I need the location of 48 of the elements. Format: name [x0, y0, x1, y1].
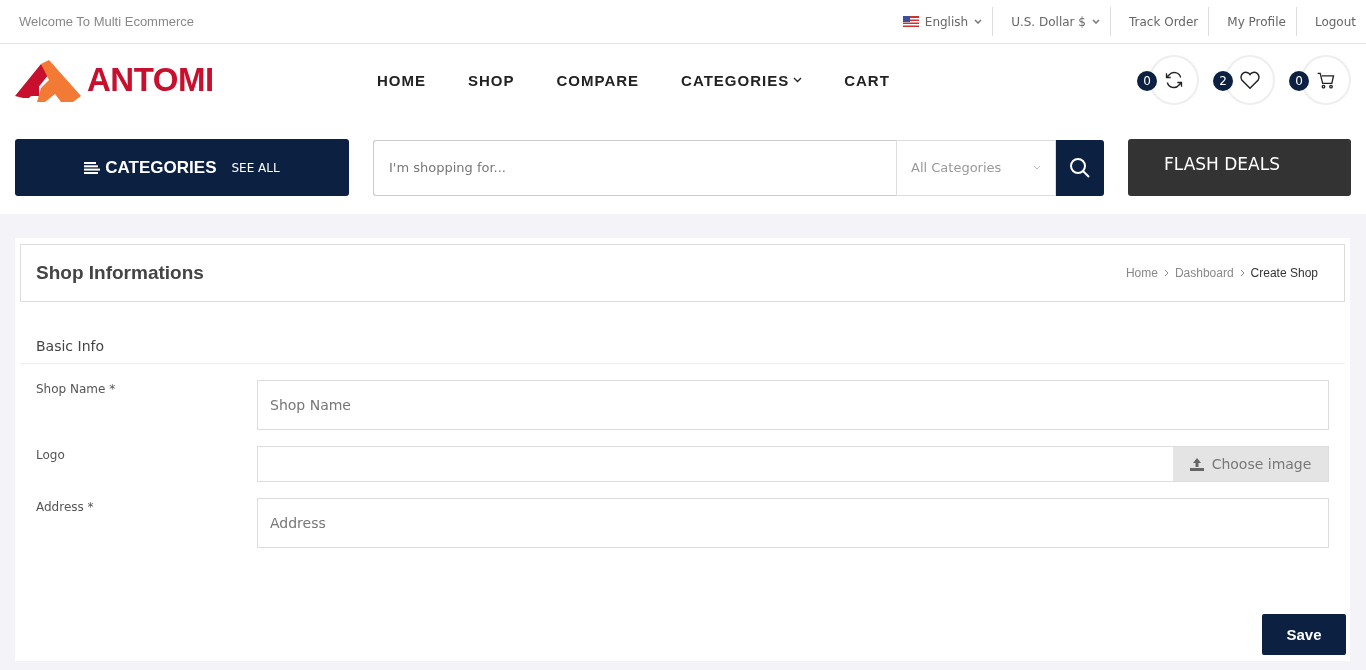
- field-label: Shop Name *: [36, 381, 117, 396]
- currency-select[interactable]: U.S. Dollar $: [992, 7, 1110, 36]
- logo-icon: [15, 58, 83, 102]
- list-icon: [84, 161, 101, 174]
- search-field[interactable]: I'm shopping for...: [373, 139, 896, 196]
- top-link[interactable]: My Profile: [1208, 7, 1296, 36]
- nav-link[interactable]: CART: [844, 71, 890, 89]
- input-field[interactable]: Shop Name: [257, 380, 1329, 430]
- field-label: Address *: [36, 499, 95, 514]
- header-icon-button[interactable]: [1225, 55, 1275, 105]
- top-link[interactable]: Track Order: [1110, 7, 1209, 36]
- breadcrumb-link[interactable]: Dashboard: [1174, 266, 1234, 280]
- categories-button[interactable]: CATEGORIES SEE ALL: [15, 139, 349, 196]
- search-icon: [1068, 155, 1092, 180]
- breadcrumb-link[interactable]: Create Shop: [1250, 266, 1318, 280]
- input-field[interactable]: Address: [257, 498, 1329, 548]
- nav-link[interactable]: SHOP: [468, 71, 515, 89]
- header-icon-button[interactable]: [1149, 55, 1199, 105]
- chevron-down-icon: [1033, 165, 1041, 170]
- file-field[interactable]: Choose image: [257, 446, 1329, 482]
- cart-icon: [1316, 70, 1336, 90]
- search-button[interactable]: [1056, 139, 1104, 196]
- nav-link[interactable]: HOME: [377, 71, 426, 89]
- heart-icon: [1239, 70, 1261, 90]
- flag-icon: [902, 16, 919, 27]
- nav-link[interactable]: CATEGORIES: [681, 71, 803, 89]
- save-button[interactable]: Save: [1262, 614, 1346, 655]
- logo-text: ANTOMI: [87, 61, 214, 99]
- upload-icon: [1189, 457, 1204, 471]
- chevron-right-icon: [1239, 269, 1245, 277]
- chevron-right-icon: [1163, 269, 1169, 277]
- count-badge: 2: [1213, 71, 1233, 91]
- choose-image-button[interactable]: Choose image: [1173, 447, 1328, 481]
- breadcrumb-link[interactable]: Home: [1125, 266, 1158, 280]
- welcome-text: Welcome To Multi Ecommerce: [19, 14, 195, 29]
- chevron-down-icon: [1092, 19, 1100, 24]
- page-title: Shop Informations: [36, 262, 204, 284]
- header-icon-button[interactable]: [1301, 55, 1351, 105]
- chevron-down-icon: [974, 19, 983, 24]
- refresh-icon: [1164, 70, 1184, 90]
- nav-link[interactable]: COMPARE: [556, 71, 640, 89]
- section-title: Basic Info: [20, 338, 1345, 364]
- field-label: Logo: [36, 447, 66, 462]
- top-link[interactable]: Logout: [1295, 7, 1366, 36]
- count-badge: 0: [1289, 71, 1309, 91]
- language-select[interactable]: English: [884, 7, 993, 36]
- flash-deals-button[interactable]: FLASH DEALS: [1128, 139, 1351, 196]
- count-badge: 0: [1137, 71, 1157, 91]
